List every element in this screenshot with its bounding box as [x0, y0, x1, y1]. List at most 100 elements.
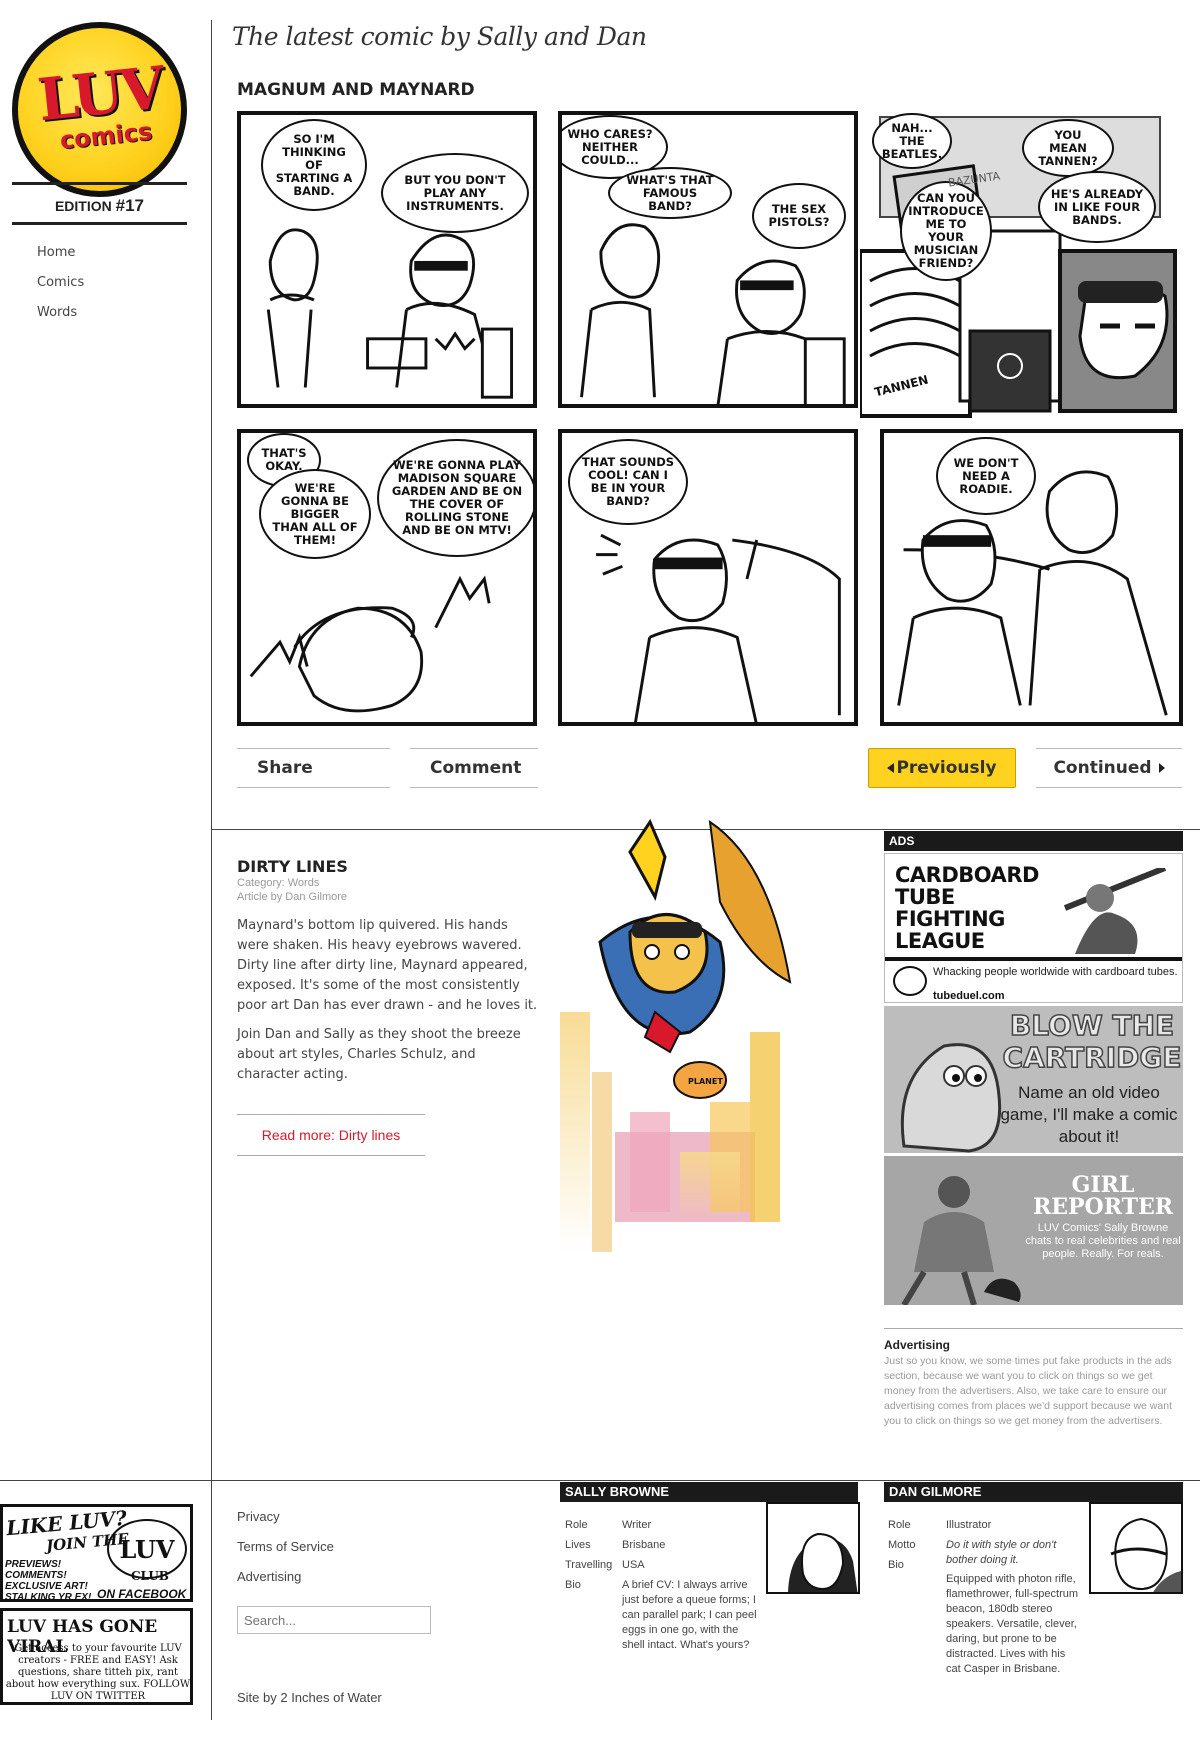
footer-link-advertising[interactable]: Advertising [237, 1568, 334, 1598]
promo-bullets: PREVIEWS! COMMENTS! EXCLUSIVE ART! STALK… [5, 1559, 92, 1602]
edition-number: #17 [115, 196, 145, 215]
ad-title-line: GIRL [1071, 1172, 1135, 1198]
bio-label: Role [565, 1519, 588, 1531]
ad-girl-reporter[interactable]: GIRL REPORTER LUV Comics' Sally Browne c… [884, 1156, 1183, 1305]
ad-title: CARDBOARD TUBE FIGHTING LEAGUE [895, 864, 1039, 952]
speech-bubble: YOU MEAN TANNEN? [1022, 119, 1114, 177]
bio-value: Brisbane [622, 1539, 666, 1551]
chevron-left-icon [887, 763, 895, 773]
edition-label: EDITION #17 [12, 196, 187, 216]
article-title: DIRTY LINES [237, 857, 348, 876]
previous-label: Previously [896, 758, 997, 778]
ad-blow-the-cartridge[interactable]: BLOW THE CARTRIDGE Name an old video gam… [884, 1006, 1183, 1153]
comic-panel-5: THAT SOUNDS COOL! CAN I BE IN YOUR BAND? [558, 429, 858, 726]
ad-fighter-image [1063, 868, 1167, 954]
comic-panel-6: WE DON'T NEED A ROADIE. [880, 429, 1183, 726]
sidebar-item-home[interactable]: Home [37, 244, 84, 274]
advertising-text: Just so you know, we some times put fake… [884, 1355, 1172, 1427]
ad-title-line: REPORTER [1032, 1194, 1174, 1220]
footer-link-privacy[interactable]: Privacy [237, 1508, 334, 1538]
speech-bubble: WHAT'S THAT FAMOUS BAND? [608, 167, 732, 219]
bio-value: Illustrator [946, 1519, 992, 1531]
ad-stripe [885, 957, 1182, 961]
search-input[interactable] [237, 1606, 431, 1634]
comic-panel-1: SO I'M THINKING OF STARTING A BAND. BUT … [237, 111, 537, 408]
portrait-image [1110, 1517, 1181, 1592]
sally-portrait [766, 1502, 860, 1594]
bio-label: Travelling [565, 1559, 613, 1571]
read-more-link[interactable]: Read more: Dirty lines [237, 1114, 425, 1156]
portrait-image [788, 1532, 858, 1592]
skull-icon [893, 966, 927, 996]
speech-bubble: HE'S ALREADY IN LIKE FOUR BANDS. [1038, 171, 1156, 243]
footer-link-terms[interactable]: Terms of Service [237, 1538, 334, 1568]
ad-title: GIRL REPORTER [1024, 1174, 1182, 1218]
site-credit: Site by 2 Inches of Water [237, 1690, 382, 1705]
bio-heading: DAN GILMORE [884, 1482, 1183, 1502]
edition-text: EDITION [54, 198, 112, 214]
tagline: The latest comic by Sally and Dan [232, 22, 647, 51]
edition-rule [12, 182, 187, 185]
ad-cardboard-tube[interactable]: CARDBOARD TUBE FIGHTING LEAGUE Whacking … [884, 853, 1183, 1003]
bio-label: Bio [888, 1559, 904, 1571]
club-word: CLUB [131, 1569, 169, 1583]
speech-bubble: SO I'M THINKING OF STARTING A BAND. [261, 119, 367, 211]
speech-bubble: NAH... THE BEATLES. [872, 113, 952, 169]
advertising-divider [884, 1328, 1183, 1329]
bio-value: Writer [622, 1519, 652, 1531]
sidebar-item-comics[interactable]: Comics [37, 274, 84, 304]
speech-bubble: WE'RE GONNA BE BIGGER THAN ALL OF THEM! [259, 469, 371, 559]
footer-nav: Privacy Terms of Service Advertising [237, 1508, 334, 1598]
bio-label: Lives [565, 1539, 591, 1551]
article-body: Maynard's bottom lip quivered. His hands… [237, 916, 539, 1094]
speech-bubble: CAN YOU INTRODUCE ME TO YOUR MUSICIAN FR… [900, 181, 992, 281]
speech-bubble: BUT YOU DON'T PLAY ANY INSTRUMENTS. [381, 153, 529, 233]
ad-title-line: LEAGUE [895, 929, 985, 953]
advertising-title: Advertising [884, 1338, 951, 1352]
left-divider [211, 20, 212, 1482]
chevron-right-icon [1158, 763, 1165, 773]
ad-title-line: TUBE [895, 885, 955, 909]
previous-comic-button[interactable]: Previously [868, 748, 1016, 788]
ad-dragon-image [900, 1043, 1002, 1153]
promo-text: Get access to your favourite LUV creator… [5, 1643, 191, 1702]
ad-url: tubeduel.com [933, 990, 1005, 1002]
ad-title-line: FIGHTING [895, 907, 1005, 931]
footer-top-divider [0, 1480, 1200, 1481]
ad-title-line: CARTRIDGE [1002, 1041, 1182, 1075]
bio-label: Role [888, 1519, 911, 1531]
ad-title-line: BLOW THE [1009, 1009, 1175, 1043]
sidebar-item-words[interactable]: Words [37, 304, 84, 334]
facebook-promo[interactable]: LIKE LUV? JOIN THE LUV CLUB PREVIEWS! CO… [0, 1504, 193, 1602]
hero-sign-text: PLANET [688, 1077, 723, 1086]
twitter-promo[interactable]: LUV HAS GONE VIRAL Get access to your fa… [0, 1608, 193, 1705]
comic-title: MAGNUM AND MAYNARD [237, 80, 475, 100]
bio-heading: SALLY BROWNE [560, 1482, 858, 1502]
ads-heading: ADS [884, 831, 1183, 851]
article-author: Article by Dan Gilmore [237, 891, 348, 903]
bio-label: Bio [565, 1579, 581, 1591]
bio-label: Motto [888, 1539, 916, 1551]
speech-bubble: WE DON'T NEED A ROADIE. [936, 437, 1036, 515]
ad-title-line: CARDBOARD [895, 863, 1039, 887]
club-logo-text: LUV [119, 1534, 175, 1564]
next-comic-button[interactable]: Continued [1036, 748, 1182, 788]
comment-button[interactable]: Comment [410, 748, 538, 788]
bio-value: USA [622, 1559, 645, 1571]
edition-rule [12, 222, 187, 225]
speech-bubble: THAT SOUNDS COOL! CAN I BE IN YOUR BAND? [568, 439, 688, 525]
ad-subtitle: LUV Comics' Sally Browne chats to real c… [1025, 1222, 1181, 1260]
speech-bubble: WE'RE GONNA PLAY MADISON SQUARE GARDEN A… [377, 439, 533, 557]
article-category: Category: Words [237, 877, 320, 889]
comic-panel-4: THAT'S OKAY. WE'RE GONNA BE BIGGER THAN … [237, 429, 537, 726]
continued-label: Continued [1053, 758, 1152, 778]
dan-portrait [1089, 1502, 1183, 1594]
article-meta: Category: Words Article by Dan Gilmore [237, 876, 347, 904]
share-button[interactable]: Share [237, 748, 390, 788]
sidebar-nav: Home Comics Words [37, 244, 84, 334]
site-logo[interactable]: LUV comics [12, 22, 187, 197]
ad-title: BLOW THE CARTRIDGE [1002, 1009, 1182, 1075]
bio-value: Do it with style or don't bother doing i… [946, 1539, 1057, 1566]
footer-divider [211, 1482, 212, 1720]
comic-panel-2: WHO CARES? NEITHER COULD... WHAT'S THAT … [558, 111, 858, 408]
